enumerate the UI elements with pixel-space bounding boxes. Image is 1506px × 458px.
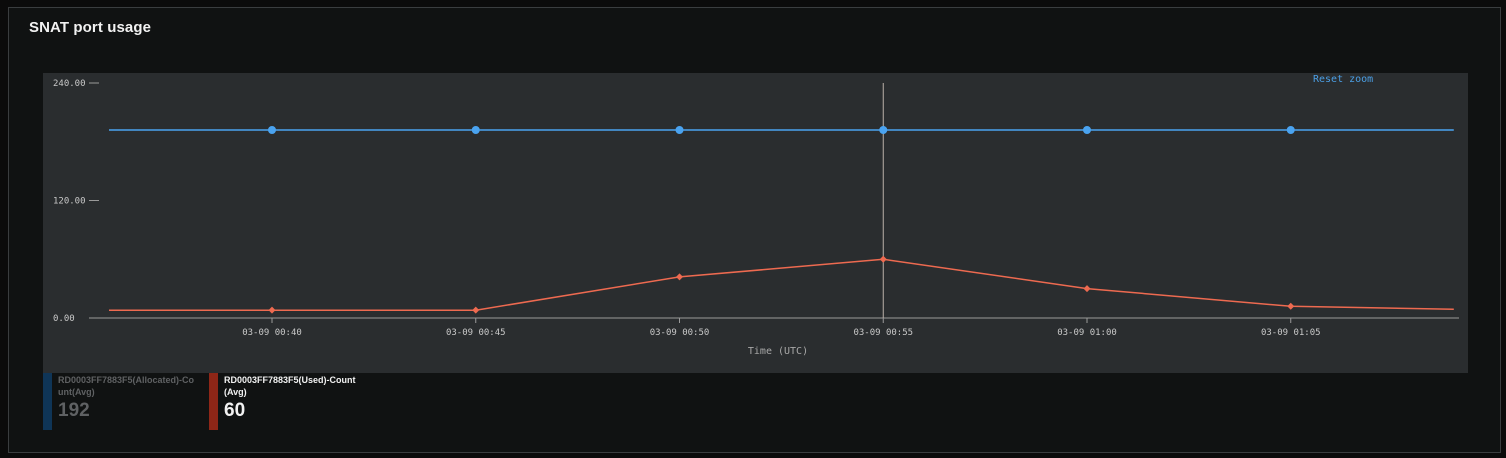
axes-layer: 0.00 120.00 240.00 03-09 00:40 03-09 00:45 03… bbox=[53, 79, 1459, 357]
x-tick-label: 03-09 00:40 bbox=[242, 328, 302, 338]
legend-color-swatch bbox=[209, 373, 218, 430]
series-point-0 bbox=[675, 126, 684, 134]
series-line-1 bbox=[109, 258, 1454, 311]
legend-series-name: RD0003FF7883F5(Used)-Count(Avg) bbox=[224, 375, 356, 397]
x-tick-label: 03-09 00:50 bbox=[650, 328, 710, 338]
legend-series-name: RD0003FF7883F5(Allocated)-Count(Avg) bbox=[58, 375, 195, 397]
x-tick-label: 03-09 00:55 bbox=[853, 328, 913, 338]
chart-title: SNAT port usage bbox=[29, 19, 152, 36]
series-point-1 bbox=[1287, 302, 1295, 310]
series-point-1 bbox=[268, 306, 276, 314]
series-point-1 bbox=[1083, 285, 1091, 293]
series-point-0 bbox=[1286, 126, 1295, 134]
legend-item-allocated[interactable]: RD0003FF7883F5(Allocated)-Count(Avg) 192 bbox=[43, 373, 198, 430]
x-tick-label: 03-09 00:45 bbox=[446, 328, 506, 338]
series-layer bbox=[109, 126, 1454, 314]
series-point-1 bbox=[472, 306, 480, 314]
y-tick-label: 120.00 bbox=[53, 197, 86, 207]
plot-area[interactable]: 0.00 120.00 240.00 03-09 00:40 03-09 00:45 03… bbox=[43, 73, 1468, 373]
y-tick-label: 240.00 bbox=[53, 79, 86, 89]
reset-zoom-link[interactable]: Reset zoom bbox=[1313, 74, 1373, 85]
x-tick-label: 03-09 01:00 bbox=[1057, 328, 1117, 338]
snat-port-usage-card: SNAT port usage 0.00 120.00 240.00 03-09 00… bbox=[8, 7, 1501, 453]
line-chart[interactable]: 0.00 120.00 240.00 03-09 00:40 03-09 00:45 03… bbox=[43, 73, 1468, 373]
legend-color-swatch bbox=[43, 373, 52, 430]
series-point-0 bbox=[1083, 126, 1091, 134]
y-tick-label: 0.00 bbox=[53, 314, 75, 324]
x-tick-label: 03-09 01:05 bbox=[1261, 328, 1321, 338]
series-point-1 bbox=[879, 255, 887, 263]
x-axis-title: Time (UTC) bbox=[748, 346, 808, 357]
legend-series-value: 192 bbox=[58, 400, 90, 421]
series-point-0 bbox=[879, 126, 888, 134]
legend-item-used[interactable]: RD0003FF7883F5(Used)-Count(Avg) 60 bbox=[209, 373, 364, 430]
series-point-0 bbox=[268, 126, 276, 134]
series-point-0 bbox=[471, 126, 480, 134]
legend-series-value: 60 bbox=[224, 400, 246, 421]
series-point-1 bbox=[676, 273, 683, 281]
